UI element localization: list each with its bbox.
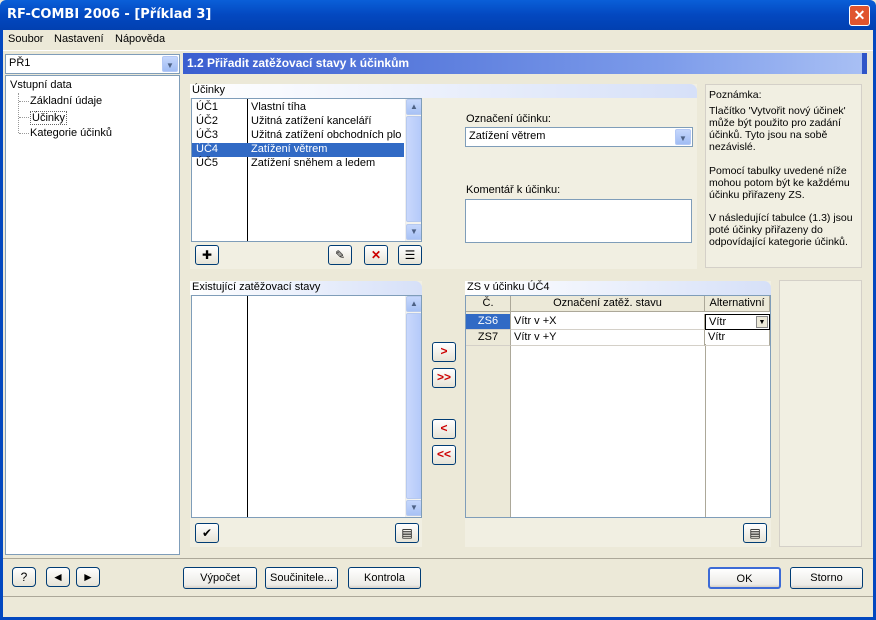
designation-select[interactable]: Zatížení větrem ▼ — [465, 127, 693, 147]
comment-label: Komentář k účinku: — [466, 184, 561, 196]
next-icon[interactable]: ► — [76, 567, 100, 587]
tree-root-vstupni-data[interactable]: Vstupní data — [10, 79, 72, 91]
table-cell-name[interactable]: Vítr v +X — [511, 314, 705, 330]
zs-header: ZS v účinku ÚČ4 — [465, 281, 771, 295]
note-paragraph-3: V následující tabulce (1.3) jsou poté úč… — [709, 212, 853, 248]
tree-line — [18, 93, 19, 133]
table-row-number[interactable]: ZS7 — [466, 330, 511, 346]
remove-button[interactable]: < — [432, 419, 456, 439]
tree-line — [19, 133, 29, 134]
comment-field[interactable] — [465, 199, 692, 243]
column-divider — [247, 296, 248, 517]
previous-icon[interactable]: ◄ — [46, 567, 70, 587]
check-list-icon[interactable]: ✔ — [195, 523, 219, 543]
scroll-up-icon[interactable]: ▲ — [406, 296, 421, 312]
window-frame-left — [0, 30, 3, 620]
status-bar — [3, 596, 873, 617]
section-title-end — [862, 53, 867, 74]
tree-item-zakladni-udaje[interactable]: Základní údaje — [30, 95, 102, 107]
table-cell-name[interactable]: Vítr v +Y — [511, 330, 705, 346]
calculate-button[interactable]: Výpočet — [183, 567, 257, 589]
table-row-number[interactable]: ZS6 — [466, 314, 511, 330]
existing-header: Existující zatěžovací stavy — [190, 281, 422, 295]
designation-value: Zatížení větrem — [469, 130, 546, 142]
help-icon[interactable]: ? — [12, 567, 36, 587]
list-item[interactable]: ÚČ3 Užitná zatížení obchodních plo — [192, 129, 404, 143]
list-item-selected[interactable]: ÚČ4 Zatížení větrem — [192, 143, 404, 157]
column-divider — [705, 344, 706, 517]
empty-panel — [779, 280, 862, 547]
scroll-thumb[interactable] — [406, 313, 421, 499]
close-button[interactable]: ✕ — [849, 5, 870, 26]
export-icon[interactable]: ▤ — [743, 523, 767, 543]
existing-list[interactable]: ▲ ▼ — [191, 295, 422, 518]
navigator-tree[interactable]: Vstupní data Základní údaje Účinky Kateg… — [5, 75, 180, 555]
case-selector[interactable]: PŘ1 ▼ — [5, 54, 180, 74]
menu-nastaveni[interactable]: Nastavení — [54, 33, 104, 45]
ucinky-list[interactable]: ÚČ1 Vlastní tíha ÚČ2 Užitná zatížení kance… — [191, 98, 422, 242]
existing-scrollbar[interactable]: ▲ ▼ — [405, 296, 421, 517]
tree-line — [19, 117, 29, 118]
scroll-down-icon[interactable]: ▼ — [406, 224, 421, 240]
note-paragraph-1: Tlačítko 'Vytvořit nový účinek' může být… — [709, 105, 846, 153]
scroll-up-icon[interactable]: ▲ — [406, 99, 421, 115]
alternative-value: Vítr — [709, 316, 727, 328]
alternative-dropdown[interactable]: Vítr ▼ — [705, 314, 770, 330]
delete-effect-icon[interactable]: ✕ — [364, 245, 388, 265]
note-panel: Poznámka: Tlačítko 'Vytvořit nový účinek… — [705, 84, 862, 268]
tree-item-ucinky[interactable]: Účinky — [30, 111, 68, 125]
ucinky-scrollbar[interactable]: ▲ ▼ — [405, 99, 421, 241]
menu-bar: Soubor Nastavení Nápověda — [3, 30, 873, 50]
ucinky-header: Účinky — [190, 84, 697, 98]
bottom-divider — [3, 558, 873, 559]
coefficients-button[interactable]: Součinitele... — [265, 567, 338, 589]
menu-napoveda[interactable]: Nápověda — [115, 33, 165, 45]
list-item[interactable]: ÚČ1 Vlastní tíha — [192, 101, 404, 115]
column-header-alternative[interactable]: Alternativní — [705, 296, 770, 312]
window-title: RF-COMBI 2006 - [Příklad 3] — [7, 7, 212, 22]
tree-item-kategorie-ucinku[interactable]: Kategorie účinků — [30, 127, 112, 139]
add-all-button[interactable]: >> — [432, 368, 456, 388]
ok-button[interactable]: OK — [708, 567, 781, 589]
chevron-down-icon[interactable]: ▼ — [162, 56, 178, 72]
zs-table[interactable]: Č. Označení zatěž. stavu Alternativní ZS… — [465, 295, 771, 518]
column-header-name[interactable]: Označení zatěž. stavu — [511, 296, 705, 312]
scroll-thumb[interactable] — [406, 116, 421, 222]
case-selector-value: PŘ1 — [9, 57, 31, 69]
tree-line — [19, 101, 29, 102]
cancel-button[interactable]: Storno — [790, 567, 863, 589]
new-effect-icon[interactable]: ✚ — [195, 245, 219, 265]
menu-soubor[interactable]: Soubor — [8, 33, 43, 45]
note-title: Poznámka: — [709, 89, 762, 101]
section-title: 1.2 Přiřadit zatěžovací stavy k účinkům — [183, 53, 867, 74]
list-options-icon[interactable]: ☰ — [398, 245, 422, 265]
add-button[interactable]: > — [432, 342, 456, 362]
remove-all-button[interactable]: << — [432, 445, 456, 465]
menu-separator — [3, 50, 873, 51]
note-paragraph-2: Pomocí tabulky uvedené níže mohou potom … — [709, 165, 850, 201]
chevron-down-icon[interactable]: ▼ — [756, 316, 768, 328]
edit-effect-icon[interactable]: ✎ — [328, 245, 352, 265]
list-item[interactable]: ÚČ5 Zatížení sněhem a ledem — [192, 157, 404, 171]
scroll-down-icon[interactable]: ▼ — [406, 500, 421, 516]
designation-label: Označení účinku: — [466, 113, 551, 125]
check-button[interactable]: Kontrola — [348, 567, 421, 589]
export-icon[interactable]: ▤ — [395, 523, 419, 543]
table-cell-alternative[interactable]: Vítr — [705, 330, 770, 346]
chevron-down-icon[interactable]: ▼ — [675, 129, 691, 145]
column-header-no[interactable]: Č. — [466, 296, 511, 312]
list-item[interactable]: ÚČ2 Užitná zatížení kanceláří — [192, 115, 404, 129]
